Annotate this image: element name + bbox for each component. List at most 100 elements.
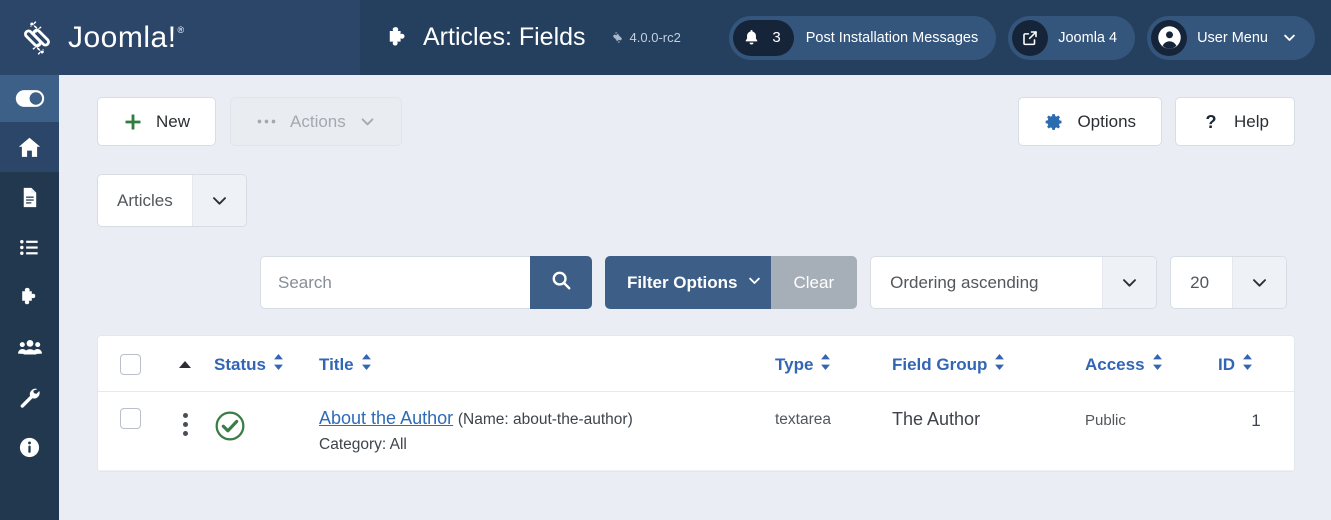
chevron-down-icon — [1282, 30, 1297, 45]
sidebar-item-menus[interactable] — [0, 222, 59, 272]
status-badge[interactable] — [214, 408, 319, 447]
help-button[interactable]: ? Help — [1175, 97, 1295, 146]
help-button-label: Help — [1234, 111, 1269, 131]
chevron-down-icon — [1102, 257, 1157, 308]
version-text: 4.0.0-rc2 — [629, 30, 681, 45]
field-group: The Author — [892, 409, 981, 429]
sort-arrows-icon — [1242, 354, 1253, 375]
puzzle-piece-icon — [385, 25, 411, 51]
header-actions: 3 Post Installation Messages Joomla 4 Us… — [729, 15, 1331, 60]
select-all-checkbox[interactable] — [120, 354, 141, 375]
actions-button[interactable]: Actions — [230, 97, 402, 146]
bell-icon — [737, 24, 765, 52]
row-type-cell: textarea — [775, 392, 892, 471]
sidebar-item-users[interactable] — [0, 322, 59, 372]
joomla-mark-icon — [611, 31, 624, 44]
limit-select[interactable]: 20 — [1170, 256, 1288, 309]
home-icon — [17, 135, 42, 160]
field-id: 1 — [1251, 411, 1261, 430]
version-indicator: 4.0.0-rc2 — [611, 30, 681, 45]
caret-up-icon — [177, 355, 193, 375]
table-header-row: Status Title Type Field Group Access ID — [98, 336, 1294, 392]
context-select[interactable]: Articles — [97, 174, 247, 227]
sort-arrows-icon — [361, 354, 372, 375]
title-sort-toggle[interactable]: Title — [319, 354, 775, 375]
field-group-sort-toggle[interactable]: Field Group — [892, 354, 1085, 375]
wrench-icon — [18, 386, 41, 409]
new-button[interactable]: New — [97, 97, 217, 146]
column-id: ID — [1218, 336, 1294, 392]
type-sort-toggle[interactable]: Type — [775, 354, 892, 375]
field-title-link[interactable]: About the Author — [319, 408, 453, 428]
fields-table: Status Title Type Field Group Access ID … — [98, 336, 1294, 471]
chevron-down-icon — [747, 273, 762, 293]
top-header: Joomla! ® Articles: Fields 4.0.0-rc2 3 P… — [0, 0, 1331, 75]
sort-arrows-icon — [820, 354, 831, 375]
options-button-label: Options — [1077, 111, 1137, 131]
plus-icon — [123, 112, 143, 132]
joomla-logo-icon — [17, 18, 57, 58]
row-checkbox[interactable] — [120, 408, 141, 429]
ordering-select[interactable]: Ordering ascending — [870, 256, 1158, 309]
status-sort-toggle[interactable]: Status — [214, 354, 319, 375]
ordering-select-value: Ordering ascending — [890, 272, 1039, 292]
ordering-sort-toggle[interactable] — [156, 355, 214, 375]
user-menu-button[interactable]: User Menu — [1147, 15, 1315, 60]
context-select-value: Articles — [117, 190, 173, 210]
column-ordering — [156, 336, 214, 392]
question-mark-icon: ? — [1201, 112, 1221, 132]
sidebar-item-help[interactable] — [0, 422, 59, 472]
drag-handle-icon[interactable] — [156, 408, 214, 436]
ellipsis-icon — [256, 117, 277, 126]
body: New Actions Options ? Help Articles Sear… — [0, 75, 1331, 520]
clear-filters-button[interactable]: Clear — [770, 256, 858, 309]
sidebar-item-home[interactable] — [0, 122, 59, 172]
user-circle-icon — [1151, 19, 1188, 56]
sidebar-item-content[interactable] — [0, 172, 59, 222]
row-status-cell — [214, 392, 319, 471]
new-button-label: New — [156, 111, 191, 131]
column-select-all — [98, 336, 156, 392]
row-ordering-cell — [156, 392, 214, 471]
column-title-label: Title — [319, 354, 354, 374]
site-link-label: Joomla 4 — [1058, 29, 1118, 46]
sort-arrows-icon — [273, 354, 284, 375]
column-type: Type — [775, 336, 892, 392]
search-button[interactable] — [530, 256, 592, 309]
filter-options-label: Filter Options — [627, 272, 738, 292]
table-row: About the Author (Name: about-the-author… — [98, 392, 1294, 471]
brand-name-text: Joomla! — [68, 20, 177, 54]
info-circle-icon — [18, 436, 41, 459]
title-line: About the Author (Name: about-the-author… — [319, 408, 775, 429]
actions-button-label: Actions — [290, 111, 346, 131]
post-installation-messages-button[interactable]: 3 Post Installation Messages — [729, 15, 997, 60]
field-type: textarea — [775, 411, 832, 428]
view-site-button[interactable]: Joomla 4 — [1008, 15, 1136, 60]
id-sort-toggle[interactable]: ID — [1218, 354, 1294, 375]
access-sort-toggle[interactable]: Access — [1085, 354, 1218, 375]
sidebar-item-system[interactable] — [0, 372, 59, 422]
search-group — [260, 256, 592, 309]
sidebar — [0, 75, 59, 520]
document-icon — [18, 186, 41, 209]
column-field-group-label: Field Group — [892, 354, 988, 374]
sidebar-item-components[interactable] — [0, 272, 59, 322]
brand-area[interactable]: Joomla! ® — [0, 0, 360, 75]
magnifier-icon — [550, 269, 572, 296]
page-title: Articles: Fields — [423, 23, 586, 51]
filter-options-button[interactable]: Filter Options — [605, 256, 784, 309]
page-title-group: Articles: Fields — [385, 23, 586, 52]
search-input[interactable] — [260, 256, 530, 309]
chevron-down-icon — [1232, 257, 1287, 308]
filter-clear-group: Filter Options Clear — [605, 256, 858, 309]
field-category: Category: All — [319, 436, 407, 453]
options-button[interactable]: Options — [1018, 97, 1163, 146]
sidebar-item-toggle-menu[interactable] — [0, 75, 59, 122]
field-name-note: (Name: about-the-author) — [457, 411, 633, 428]
main-content: New Actions Options ? Help Articles Sear… — [59, 75, 1331, 520]
column-status-label: Status — [214, 354, 266, 374]
column-access: Access — [1085, 336, 1218, 392]
column-id-label: ID — [1218, 354, 1235, 374]
user-menu-label: User Menu — [1197, 29, 1268, 46]
table-head: Status Title Type Field Group Access ID — [98, 336, 1294, 392]
